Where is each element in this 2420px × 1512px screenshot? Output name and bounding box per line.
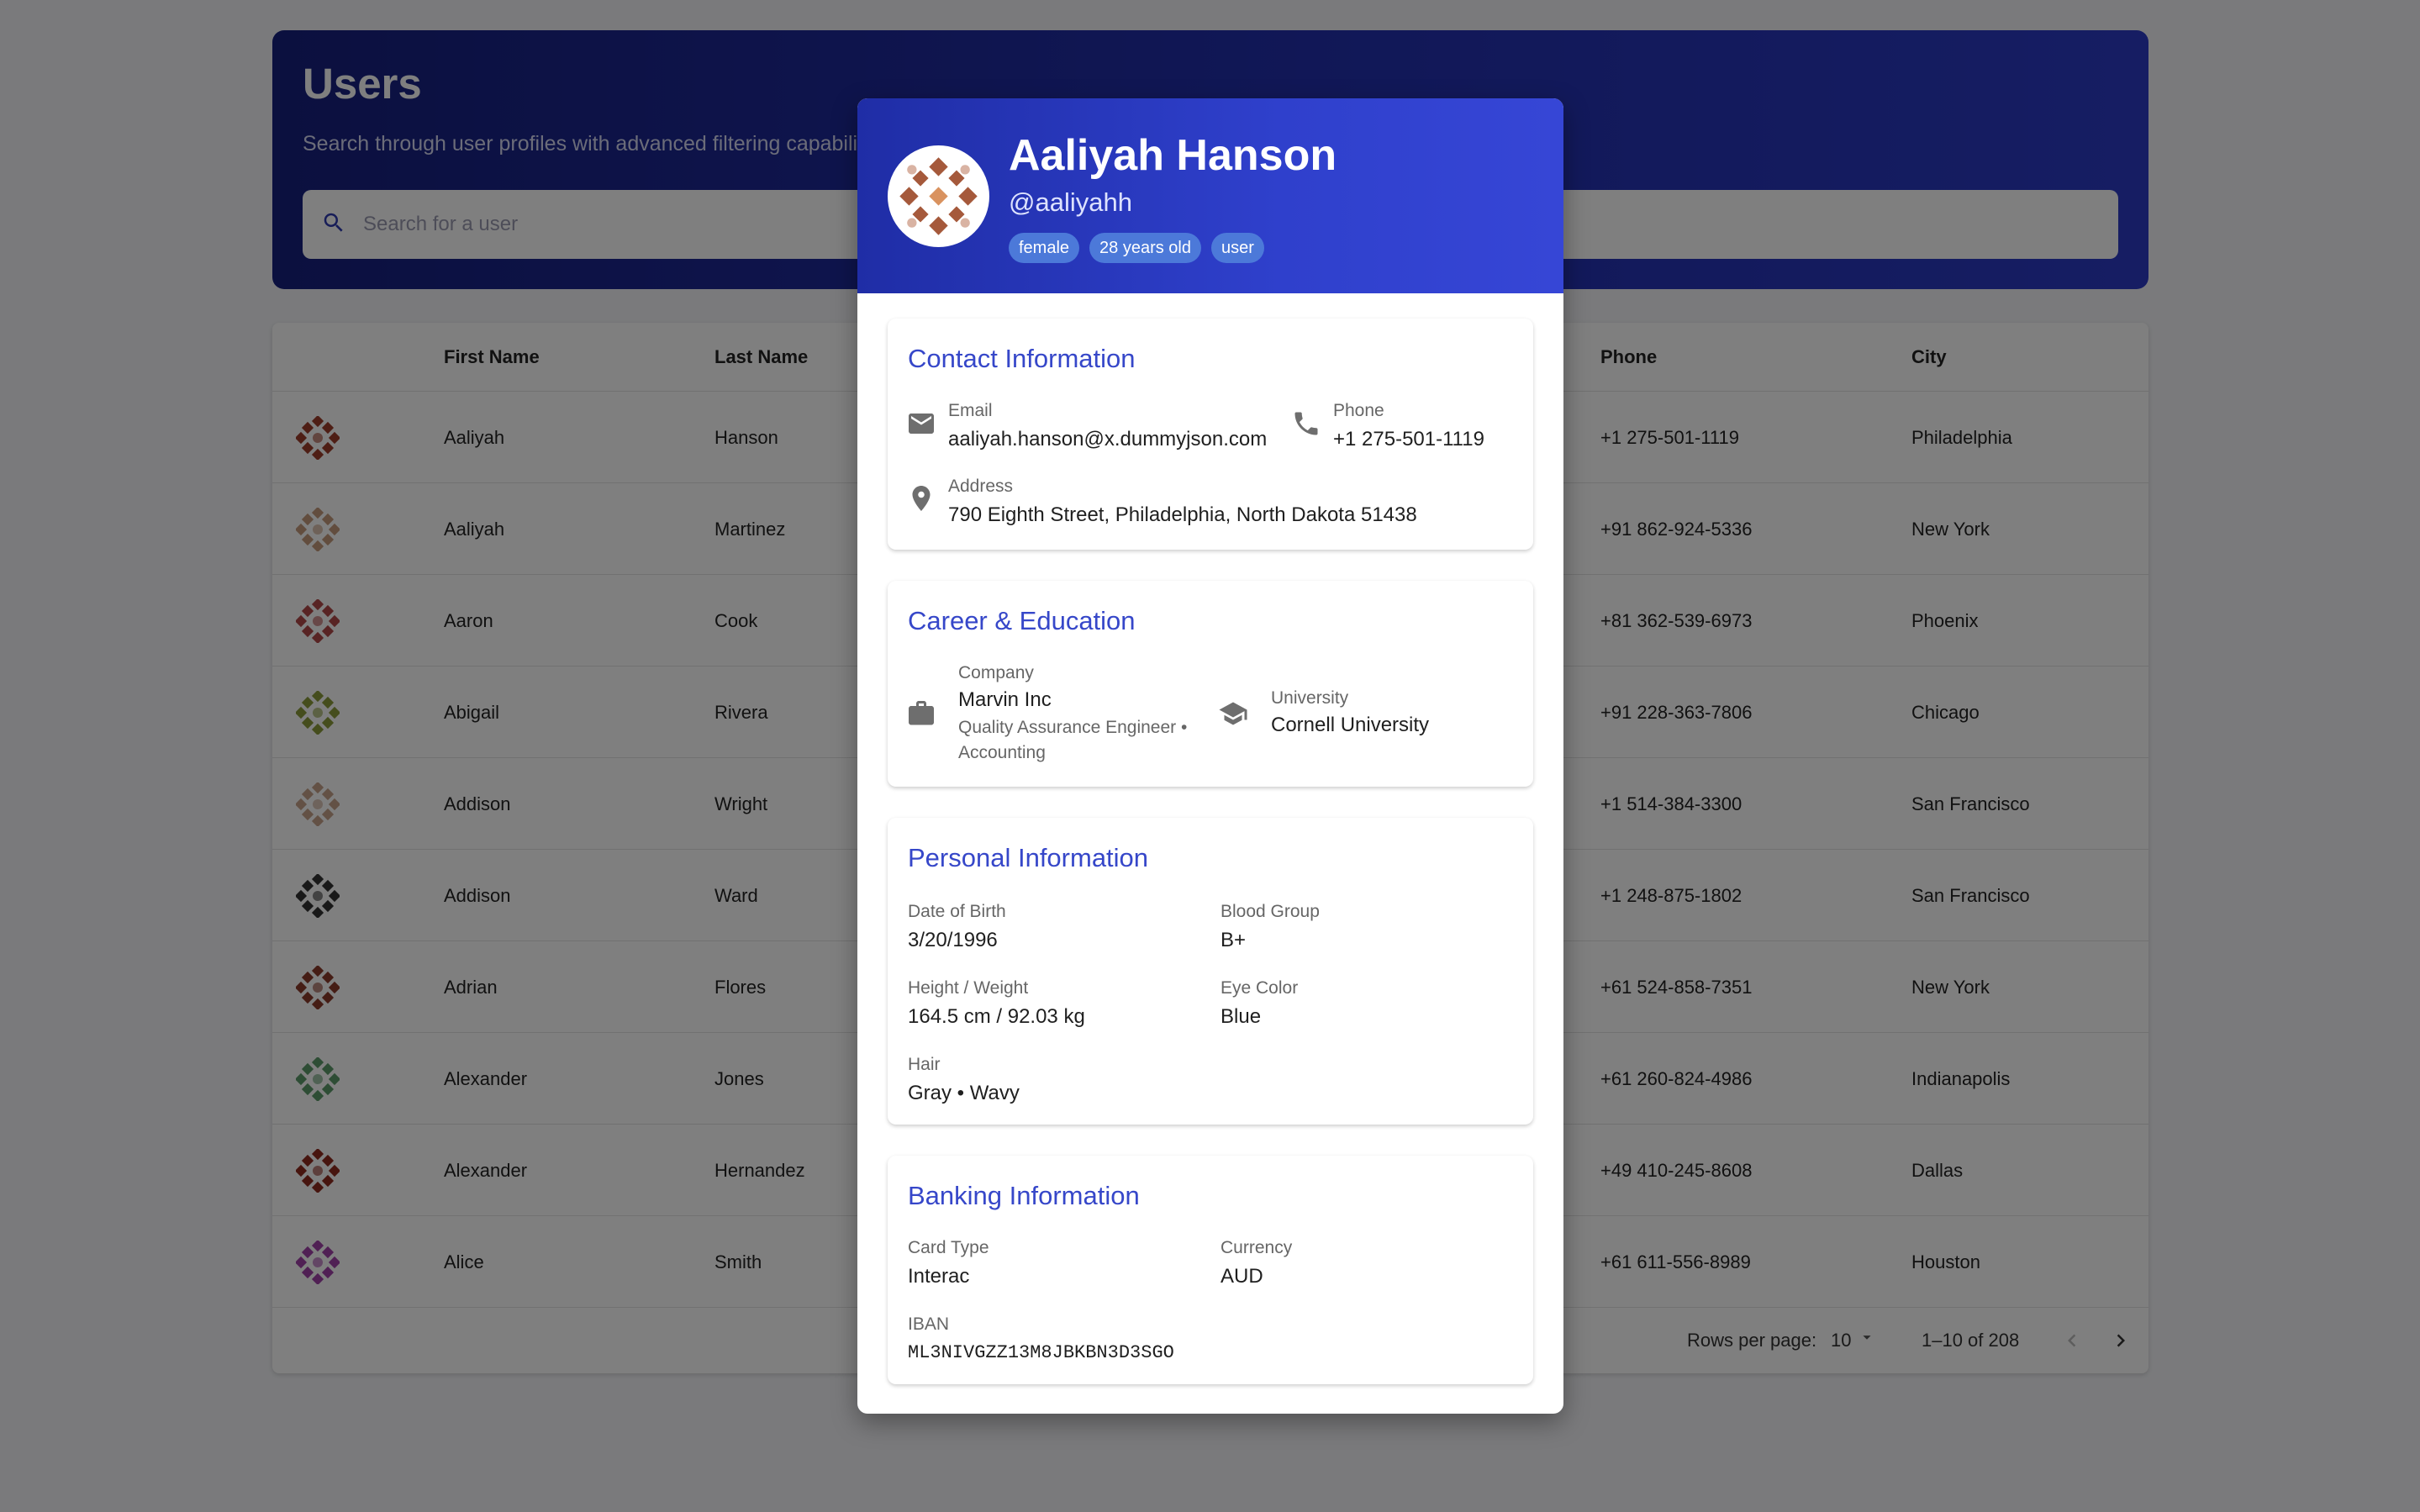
school-icon xyxy=(1218,698,1248,729)
height-weight-value: 164.5 cm / 92.03 kg xyxy=(908,1005,1085,1028)
gender-chip: female xyxy=(1009,233,1080,263)
university-label: University xyxy=(1271,688,1349,708)
card-type-label: Card Type xyxy=(908,1238,989,1257)
email-value: aaliyah.hanson@x.dummyjson.com xyxy=(948,428,1268,450)
company-value: Marvin Inc xyxy=(958,688,1052,711)
eye-color-value: Blue xyxy=(1221,1005,1262,1028)
address-label: Address xyxy=(948,477,1014,496)
career-section: Career & Education Company Marvin Inc Qu… xyxy=(888,581,1533,787)
phone-value: +1 275-501-1119 xyxy=(1333,428,1484,450)
location-pin-icon xyxy=(906,483,936,514)
dob-label: Date of Birth xyxy=(908,902,1006,921)
email-label: Email xyxy=(948,401,993,420)
profile-name: Aaliyah Hanson xyxy=(1009,131,1337,180)
card-type-value: Interac xyxy=(908,1265,970,1288)
iban-value: ML3NIVGZZ13M8JBKBN3D3SGO xyxy=(908,1342,1174,1363)
email-icon xyxy=(906,408,936,439)
phone-label: Phone xyxy=(1333,401,1384,420)
career-section-title: Career & Education xyxy=(908,606,1136,635)
eye-color-label: Eye Color xyxy=(1221,978,1299,998)
age-chip: 28 years old xyxy=(1089,233,1201,263)
currency-value: AUD xyxy=(1221,1265,1263,1288)
user-profile-modal: Aaliyah Hanson @aaliyahh female 28 years… xyxy=(857,98,1563,1414)
phone-icon xyxy=(1291,408,1321,439)
banking-section-title: Banking Information xyxy=(908,1181,1140,1210)
role-chip: user xyxy=(1211,233,1264,263)
company-label: Company xyxy=(958,663,1034,682)
personal-section-title: Personal Information xyxy=(908,843,1149,872)
blood-group-value: B+ xyxy=(1221,929,1247,951)
hair-label: Hair xyxy=(908,1055,941,1074)
profile-header: Aaliyah Hanson @aaliyahh female 28 years… xyxy=(857,98,1563,293)
job-title-department: Quality Assurance Engineer • Accounting xyxy=(958,718,1188,762)
briefcase-icon xyxy=(906,698,936,729)
dob-value: 3/20/1996 xyxy=(908,929,998,951)
personal-section: Personal Information Date of Birth 3/20/… xyxy=(888,818,1533,1125)
contact-section: Contact Information Email aaliyah.hanson… xyxy=(888,319,1533,550)
profile-chips: female 28 years old user xyxy=(1009,233,1264,263)
address-value: 790 Eighth Street, Philadelphia, North D… xyxy=(948,503,1417,526)
height-weight-label: Height / Weight xyxy=(908,978,1029,998)
iban-label: IBAN xyxy=(908,1314,950,1334)
contact-section-title: Contact Information xyxy=(908,344,1136,373)
hair-value: Gray • Wavy xyxy=(908,1082,1020,1104)
currency-label: Currency xyxy=(1221,1238,1293,1257)
university-value: Cornell University xyxy=(1271,714,1430,736)
profile-username: @aaliyahh xyxy=(1009,187,1132,217)
blood-group-label: Blood Group xyxy=(1221,902,1320,921)
banking-section: Banking Information Card Type Interac Cu… xyxy=(888,1156,1533,1384)
avatar xyxy=(888,145,989,247)
